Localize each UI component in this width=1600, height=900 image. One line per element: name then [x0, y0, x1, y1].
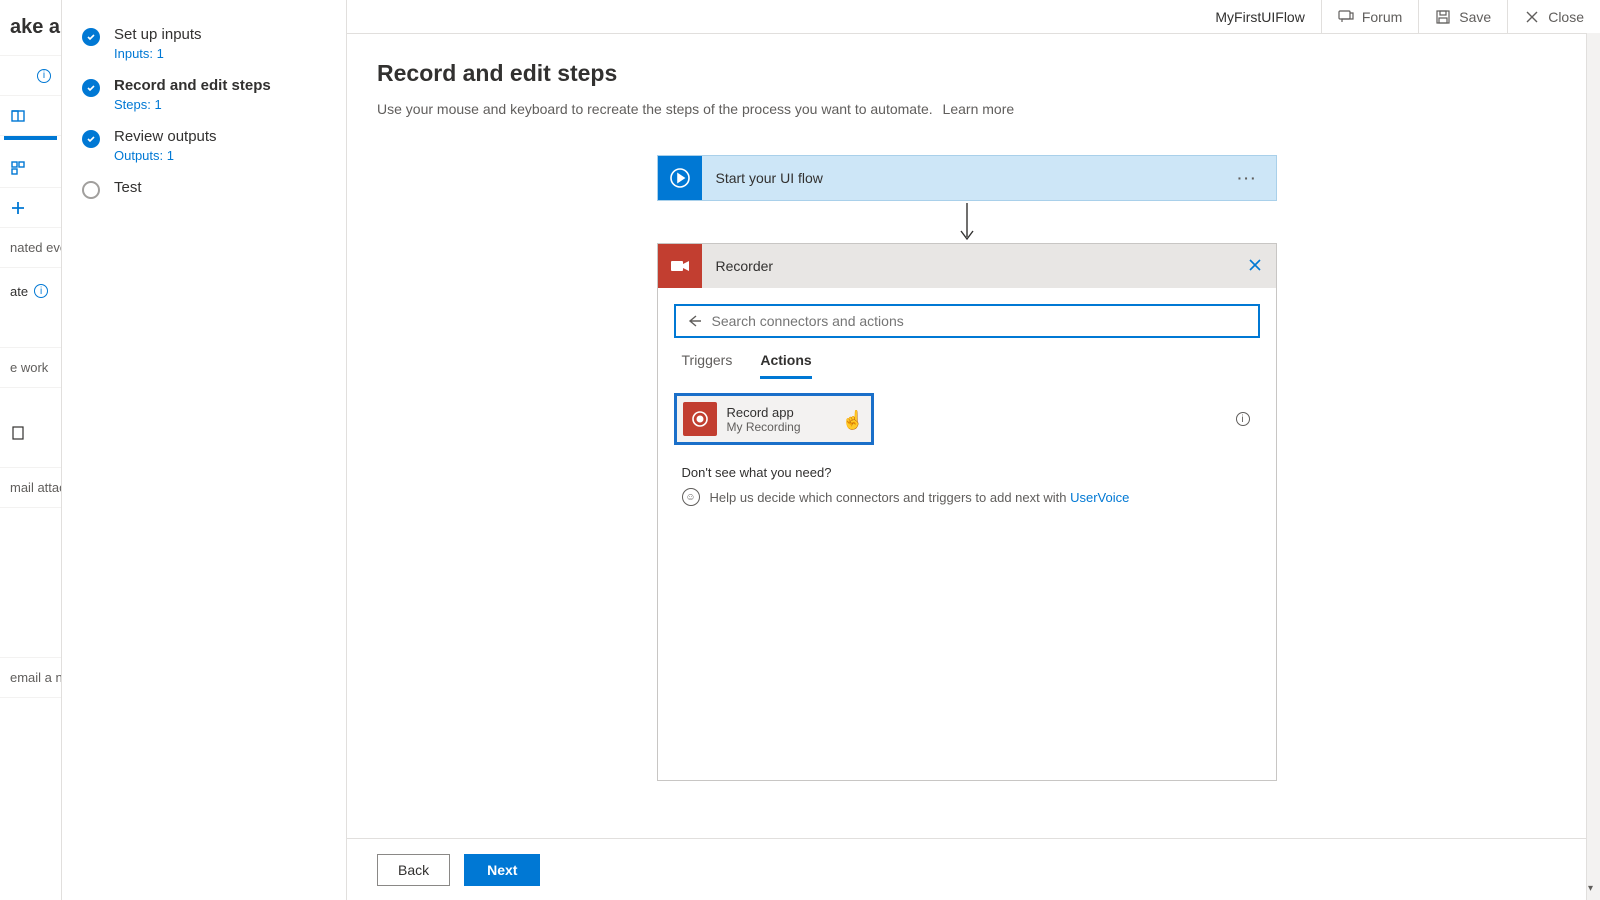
step-title: Test [114, 179, 142, 196]
forum-button[interactable]: Forum [1321, 0, 1418, 33]
save-icon [1435, 9, 1451, 25]
step-review-outputs[interactable]: Review outputs Outputs: 1 [62, 124, 346, 175]
next-button[interactable]: Next [464, 854, 540, 886]
sliver-text: ate [10, 284, 28, 299]
sliver-item[interactable]: e work [0, 348, 61, 388]
wizard-steps-panel: Set up inputs Inputs: 1 Record and edit … [62, 0, 347, 900]
search-input-field[interactable] [712, 313, 1248, 329]
step-record-edit[interactable]: Record and edit steps Steps: 1 [62, 73, 346, 124]
step-setup-inputs[interactable]: Set up inputs Inputs: 1 [62, 22, 346, 73]
record-icon [683, 402, 717, 436]
sliver-item[interactable]: email a ne [0, 658, 61, 698]
close-button[interactable]: Close [1507, 0, 1600, 33]
cursor-icon: ☝ [842, 410, 864, 431]
recorder-close-button[interactable] [1234, 258, 1276, 275]
start-flow-label: Start your UI flow [702, 170, 1220, 186]
recorder-title: Recorder [702, 258, 1234, 274]
check-icon [82, 130, 100, 148]
sliver-item[interactable]: ate i [0, 268, 61, 348]
sliver-item[interactable]: mail attac [0, 468, 61, 508]
tab-triggers[interactable]: Triggers [682, 352, 733, 379]
left-nav-sliver: ake a flo i nated even ate i e work mail… [0, 0, 62, 900]
close-icon [1248, 258, 1262, 272]
active-indicator [4, 136, 57, 140]
sliver-item[interactable] [0, 388, 61, 468]
help-text: Help us decide which connectors and trig… [710, 490, 1071, 505]
recorder-icon [658, 244, 702, 288]
step-title: Set up inputs [114, 26, 202, 43]
scrollbar[interactable]: ▾ [1586, 33, 1600, 900]
play-icon [658, 156, 702, 200]
sliver-text: email a ne [10, 670, 61, 685]
action-info-icon[interactable]: i [1236, 412, 1250, 426]
save-label: Save [1459, 9, 1491, 25]
flow-name-label: MyFirstUIFlow [1199, 9, 1320, 25]
page-title: Record and edit steps [377, 60, 1556, 87]
step-title: Review outputs [114, 128, 217, 145]
learn-more-link[interactable]: Learn more [943, 101, 1015, 117]
sliver-item[interactable]: i [0, 56, 61, 96]
info-icon: i [37, 69, 51, 83]
sliver-item[interactable] [0, 148, 61, 188]
smiley-icon: ☺ [682, 488, 700, 506]
sliver-spacer [0, 508, 61, 658]
step-subtitle: Outputs: 1 [114, 148, 217, 163]
sliver-item[interactable] [0, 188, 61, 228]
start-flow-card[interactable]: Start your UI flow ··· [657, 155, 1277, 201]
check-icon [82, 79, 100, 97]
info-icon: i [34, 284, 48, 298]
page-description: Use your mouse and keyboard to recreate … [377, 101, 1556, 117]
sliver-item[interactable]: nated even [0, 228, 61, 268]
forum-label: Forum [1362, 9, 1402, 25]
panel-icon [10, 108, 26, 124]
step-title: Record and edit steps [114, 77, 271, 94]
back-arrow-icon [686, 313, 702, 329]
step-subtitle: Steps: 1 [114, 97, 271, 112]
scroll-down-icon: ▾ [1588, 883, 1593, 894]
forum-icon [1338, 9, 1354, 25]
step-test[interactable]: Test [62, 175, 346, 211]
action-subtitle: My Recording [727, 420, 801, 434]
sliver-text: e work [10, 360, 48, 375]
wizard-footer: Back Next [347, 838, 1586, 900]
save-button[interactable]: Save [1418, 0, 1507, 33]
sliver-item[interactable] [0, 96, 61, 136]
action-title: Record app [727, 405, 801, 420]
recorder-header[interactable]: Recorder [658, 244, 1276, 288]
sliver-title: ake a flo [0, 0, 61, 56]
recorder-card: Recorder Triggers Actions [657, 243, 1277, 781]
empty-step-icon [82, 181, 100, 199]
search-connectors-input[interactable] [674, 304, 1260, 338]
description-text: Use your mouse and keyboard to recreate … [377, 101, 933, 117]
check-icon [82, 28, 100, 46]
grid-icon [10, 160, 26, 176]
box-icon [10, 425, 26, 441]
close-icon [1524, 9, 1540, 25]
tab-actions[interactable]: Actions [760, 352, 811, 379]
step-subtitle: Inputs: 1 [114, 46, 202, 61]
record-app-action[interactable]: Record app My Recording ☝ [674, 393, 874, 445]
help-title: Don't see what you need? [682, 465, 1252, 480]
plus-icon [10, 200, 26, 216]
sliver-text: mail attac [10, 480, 61, 495]
more-menu-button[interactable]: ··· [1220, 170, 1276, 186]
back-button[interactable]: Back [377, 854, 450, 886]
sliver-text: nated even [10, 240, 61, 255]
flow-arrow-icon [657, 201, 1277, 243]
close-label: Close [1548, 9, 1584, 25]
uservoice-link[interactable]: UserVoice [1070, 490, 1129, 505]
